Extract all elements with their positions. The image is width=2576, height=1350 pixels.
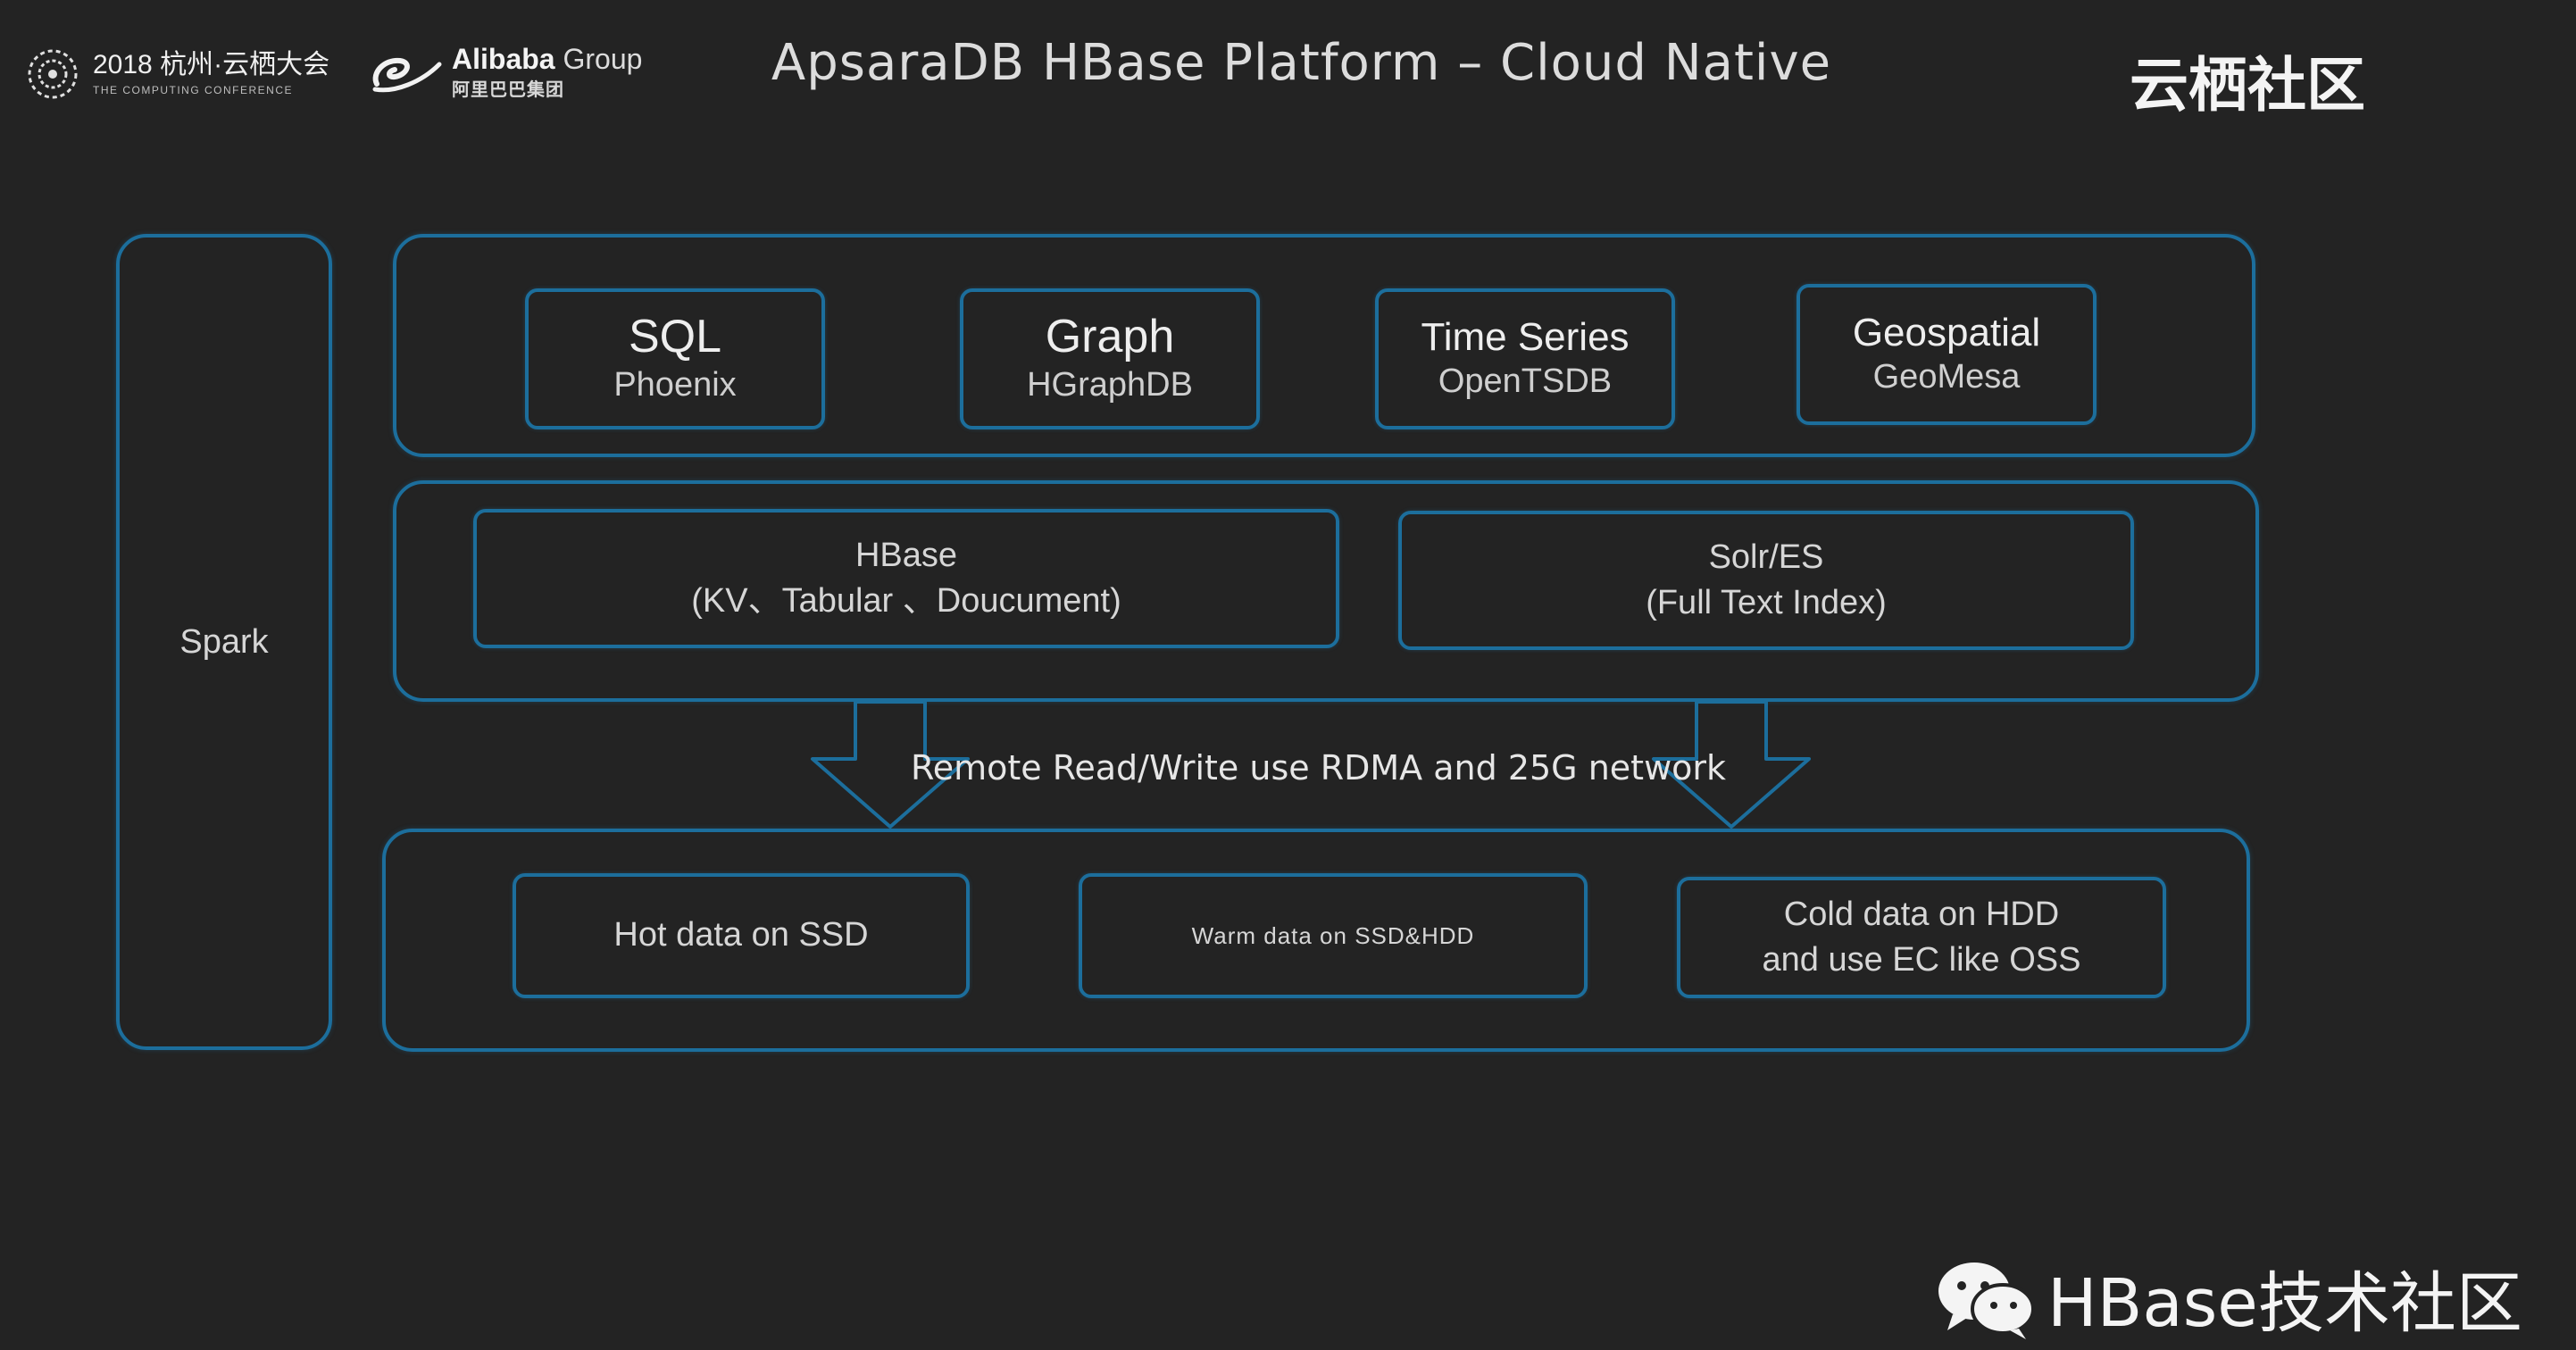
- storage-hot: Hot data on SSD: [513, 873, 970, 998]
- storage-label: Warm data on SSD&HDD: [1191, 921, 1475, 949]
- storage-detail: and use EC like OSS: [1762, 941, 2081, 979]
- storage-label: Cold data on HDD: [1783, 895, 2060, 933]
- remote-rw-label: Remote Read/Write use RDMA and 25G netwo…: [911, 748, 1727, 788]
- storage-label: Hot data on SSD: [613, 916, 869, 954]
- connector-arrows: [811, 700, 1811, 829]
- storage-warm: Warm data on SSD&HDD: [1079, 873, 1588, 998]
- footer-text: HBase技术社区: [2047, 1265, 2522, 1342]
- footer-watermark: HBase技术社区: [1933, 1250, 2522, 1346]
- storage-cold: Cold data on HDD and use EC like OSS: [1677, 877, 2166, 998]
- wechat-icon: [1938, 1262, 2035, 1339]
